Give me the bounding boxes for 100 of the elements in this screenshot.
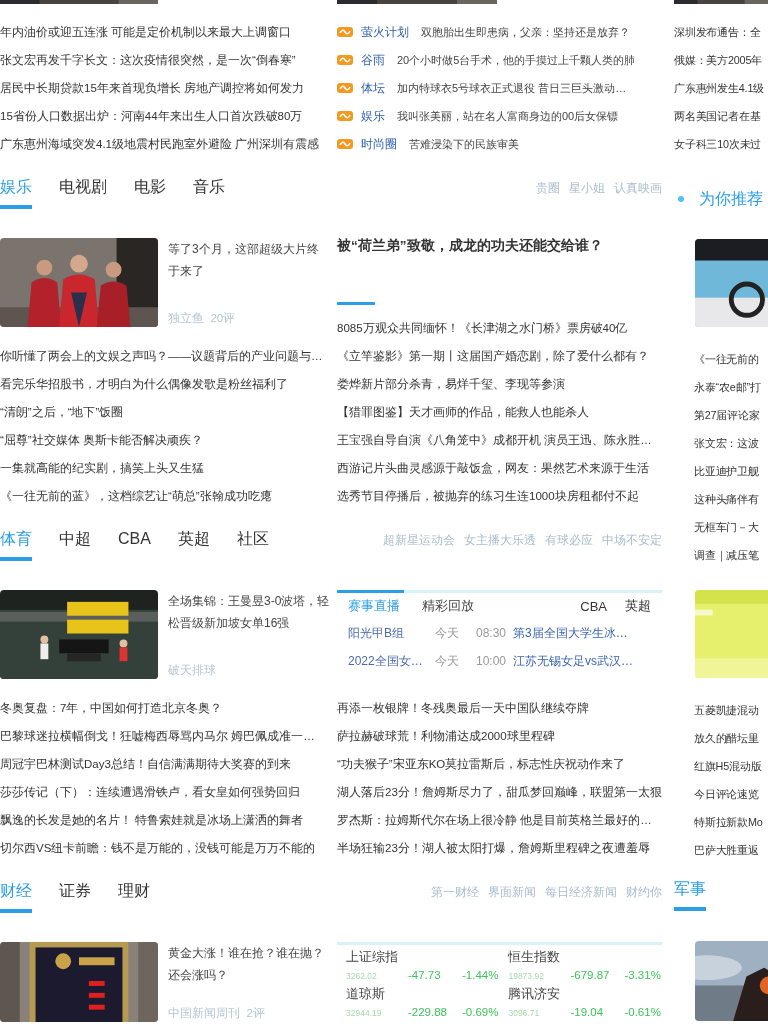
index-value: 32944.19 <box>346 1007 383 1020</box>
index-value: 19873.92 <box>508 970 545 983</box>
article-title[interactable]: 黄金大涨！谁在抢？谁在抛？还会涨吗？ <box>168 942 330 986</box>
news-link[interactable]: 巴萨大胜重返 <box>694 836 768 864</box>
news-link[interactable]: 周冠宇巴林测试Day3总结！自信满满期待大奖赛的到来 <box>0 750 330 778</box>
news-link[interactable]: 《立竿鉴影》第一期丨这届国产婚恋剧，除了爱什么都有？ <box>337 342 662 370</box>
news-link[interactable]: 20个小时做5台手术，他的手摸过上千颗人类的肺 <box>397 46 636 74</box>
video-icon <box>337 55 353 65</box>
match-link[interactable]: 第3届全国大学生冰… <box>513 619 662 647</box>
index-name[interactable]: 上证综指 <box>346 948 499 966</box>
news-link[interactable]: 西游记片头曲灵感源于敲饭盒，网友：果然艺术来源于生活 <box>337 454 662 482</box>
news-link[interactable]: 湖人落后23分！詹姆斯尽力了，甜瓜梦回巅峰，联盟第一太狠 <box>337 778 662 806</box>
category-link[interactable]: 体坛 <box>361 74 385 102</box>
section-tab[interactable]: 中超 <box>59 521 91 561</box>
news-link[interactable]: 张文宏再发千字长文：这次疫情很突然，是一次“倒春寒” <box>0 46 330 74</box>
news-link[interactable]: 女子科三10次未过 <box>674 130 768 158</box>
news-link[interactable]: 飘逸的长发是她的名片！ 特鲁索娃就是冰场上潇洒的舞者 <box>0 806 330 834</box>
news-link[interactable]: 莎莎传记（下）：连续遭遇滑铁卢，看女皇如何强势回归 <box>0 778 330 806</box>
news-link[interactable]: 选秀节目停播后，被抛弃的练习生连1000块房租都付不起 <box>337 482 662 510</box>
section-tab[interactable]: 电影 <box>134 169 166 209</box>
news-link[interactable]: 第27届评论家 <box>694 401 768 429</box>
news-link[interactable]: “屈尊”社交媒体 奥斯卡能否解决顽疾？ <box>0 426 330 454</box>
index-value: 3096.71 <box>508 1007 541 1020</box>
bullet-dot <box>678 196 684 202</box>
news-link[interactable]: 王宝强自导自演《八角笼中》成都开机 演员王迅、陈永胜… <box>337 426 662 454</box>
news-link[interactable]: 《一往无前的 <box>694 345 768 373</box>
news-link[interactable]: 加内特球衣5号球衣正式退役 昔日三巨头激动… <box>397 74 627 102</box>
index-name[interactable]: 道琼斯 <box>346 985 499 1003</box>
news-link[interactable]: 苦难浸染下的民族审美 <box>409 130 519 158</box>
news-link[interactable]: 《一往无前的蓝》，这档综艺让“萌总”张翰成功吃瘪 <box>0 482 330 510</box>
league-link[interactable]: 阳光甲B组 <box>348 619 435 647</box>
index-percent: -1.44% <box>462 968 499 983</box>
accent-bar <box>337 302 375 305</box>
video-icon <box>337 83 353 93</box>
news-link[interactable]: 放久的醋坛里 <box>694 724 768 752</box>
news-link[interactable]: 我叫张美丽，站在名人富商身边的00后女保镖 <box>397 102 619 130</box>
news-link[interactable]: 红旗H5混动版 <box>694 752 768 780</box>
panel-tab[interactable]: 精彩回放 <box>422 590 474 616</box>
headline-link[interactable]: 被“荷兰弟”致敬，成龙的功夫还能交给谁？ <box>337 238 662 254</box>
video-icon <box>337 27 353 37</box>
news-link[interactable]: 罗杰斯：拉姆斯代尔在场上很冷静 他是目前英格兰最好的… <box>337 806 662 834</box>
article-title[interactable]: 等了3个月，这部超级大片终于来了 <box>168 238 330 282</box>
league-link[interactable]: 英超 <box>625 597 651 615</box>
news-link[interactable]: “清朗”之后，“地下”饭圈 <box>0 398 330 426</box>
league-link[interactable]: CBA <box>580 598 607 614</box>
section-tab[interactable]: 音乐 <box>193 169 225 209</box>
news-link[interactable]: 调查｜减压笔 <box>694 541 768 569</box>
section-tab[interactable]: 证券 <box>59 873 91 913</box>
index-change: -47.73 <box>408 968 442 983</box>
news-link[interactable]: 看完乐华招股书，才明白为什么偶像发歌是粉丝福利了 <box>0 370 330 398</box>
match-time: 10:00 <box>476 653 508 670</box>
category-link[interactable]: 娱乐 <box>361 102 385 130</box>
section-tab[interactable]: 英超 <box>177 521 210 561</box>
match-day: 今天 <box>435 647 476 675</box>
news-link[interactable]: 你听懂了两会上的文娱之声吗？——议题背后的产业问题与… <box>0 342 330 370</box>
index-value: 3262.02 <box>346 970 378 983</box>
news-link[interactable]: 特斯拉新款Mo <box>694 808 768 836</box>
news-link[interactable]: 萨拉赫破球荒！利物浦达成2000球里程碑 <box>337 722 662 750</box>
match-day: 今天 <box>435 619 476 647</box>
article-title[interactable]: 全场集锦：王曼昱3-0波塔，轻松晋级新加坡女单16强 <box>168 590 330 634</box>
news-link[interactable]: 半场狂输23分！湖人被太阳打爆，詹姆斯里程碑之夜遭羞辱 <box>337 834 662 862</box>
news-link[interactable]: “功夫猴子”宋亚东KO莫拉雷斯后，标志性庆祝动作来了 <box>337 750 662 778</box>
news-link[interactable]: 冬奥复盘：7年，中国如何打造北京冬奥？ <box>0 694 330 722</box>
match-link[interactable]: 江苏无锡女足vs武汉… <box>513 647 662 675</box>
category-link[interactable]: 时尚圈 <box>361 130 397 158</box>
news-link[interactable]: 两名美国记者在基 <box>674 102 768 130</box>
news-link[interactable]: 8085万观众共同缅怀！《长津湖之水门桥》票房破40亿 <box>337 314 662 342</box>
news-link[interactable]: 今日评论速览 <box>694 780 768 808</box>
news-link[interactable]: 再添一枚银牌！冬残奥最后一天中国队继续夺牌 <box>337 694 662 722</box>
category-link[interactable]: 萤火计划 <box>361 18 409 46</box>
news-link[interactable]: 切尔西VS纽卡前瞻：钱不是万能的，没钱可能是万万不能的 <box>0 834 330 862</box>
news-link[interactable]: 居民中长期贷款15年来首现负增长 房地产调控将如何发力 <box>0 74 330 102</box>
section-tab[interactable]: 社区 <box>236 521 269 561</box>
index-percent: -0.61% <box>624 1005 661 1020</box>
article-source: 独立鱼 20评 <box>168 311 237 326</box>
news-link[interactable]: 15省份人口数据出炉：河南44年来出生人口首次跌破80万 <box>0 102 330 130</box>
index-change: -19.04 <box>570 1005 605 1020</box>
news-link[interactable]: 年内油价或迎五连涨 可能是定价机制以来最大上调窗口 <box>0 18 330 46</box>
news-link[interactable]: 广东惠州海域突发4.1级地震村民跑室外避险 广州深圳有震感 <box>0 130 330 158</box>
index-name[interactable]: 腾讯济安 <box>508 985 661 1003</box>
news-link[interactable]: 【猎罪图鉴】天才画师的作品，能救人也能杀人 <box>337 398 662 426</box>
news-link[interactable]: 广东惠州发生4.1级 <box>674 74 768 102</box>
news-link[interactable]: 深圳发布通告：全 <box>674 18 768 46</box>
news-link[interactable]: 娄烨新片部分杀青，易烊千玺、李现等参演 <box>337 370 662 398</box>
section-tab[interactable]: 电视剧 <box>59 169 107 209</box>
news-link[interactable]: 一集就高能的纪实剧，搞笑上头又生猛 <box>0 454 330 482</box>
news-link[interactable]: 俄媒：美方2005年 <box>674 46 768 74</box>
index-name[interactable]: 恒生指数 <box>508 948 661 966</box>
news-link[interactable]: 张文宏：这波 <box>694 429 768 457</box>
news-link[interactable]: 双胞胎出生即患病，父亲：坚持还是放弃？ <box>421 18 630 46</box>
news-link[interactable]: 比亚迪护卫舰 <box>694 457 768 485</box>
section-tab[interactable]: CBA <box>118 521 151 561</box>
section-tab[interactable]: 理财 <box>118 873 150 913</box>
news-link[interactable]: 永泰“农e邮”打 <box>694 373 768 401</box>
news-link[interactable]: 无框车门－大 <box>694 513 768 541</box>
category-link[interactable]: 谷雨 <box>361 46 385 74</box>
news-link[interactable]: 巴黎球迷拉横幅倒戈！狂嘘梅西辱骂内马尔 姆巴佩成准一… <box>0 722 330 750</box>
league-link[interactable]: 2022全国女… <box>348 647 435 675</box>
news-link[interactable]: 这种头痛伴有 <box>694 485 768 513</box>
news-link[interactable]: 五菱凯捷混动 <box>694 696 768 724</box>
